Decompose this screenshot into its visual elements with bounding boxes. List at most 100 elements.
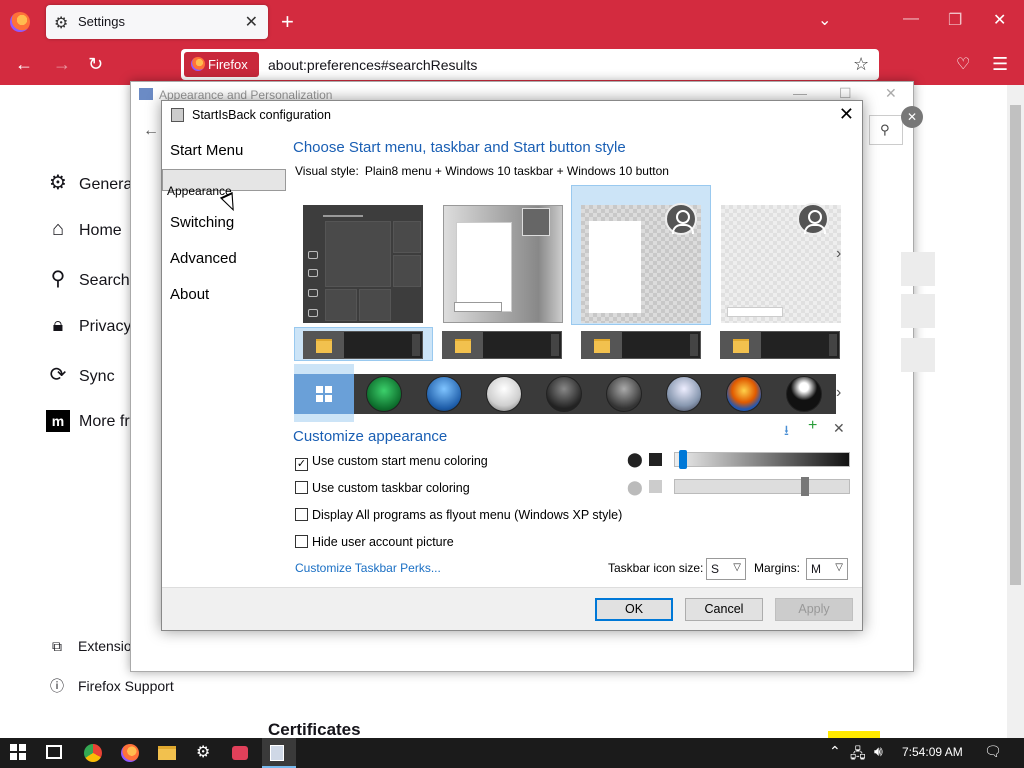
app-icon [171, 108, 184, 122]
start-button-icon[interactable] [10, 744, 26, 760]
next-menu-styles-icon[interactable]: › [836, 245, 841, 263]
menu-style-thumb-1[interactable] [303, 205, 423, 323]
back-icon[interactable]: ← [15, 54, 33, 75]
close-tab-icon[interactable]: ✕ [245, 12, 258, 32]
cancel-button[interactable]: Cancel [685, 598, 763, 621]
new-tab-button[interactable]: + [281, 9, 294, 35]
checkbox-checked[interactable]: ✓ [295, 458, 308, 471]
menu-style-thumb-2[interactable] [443, 205, 563, 323]
file-explorer-icon[interactable] [158, 746, 176, 760]
control-panel-icon [139, 88, 153, 100]
menu-icon[interactable]: ☰ [992, 54, 1008, 75]
start-menu-slider-thumb[interactable] [679, 450, 688, 469]
close-window-icon[interactable]: ✕ [993, 10, 1006, 30]
checkbox[interactable] [295, 481, 308, 494]
start-orb-glass-icon[interactable] [666, 376, 702, 412]
taskbar-opacity-slider[interactable] [674, 479, 850, 494]
task-view-icon[interactable] [46, 745, 62, 759]
sidebar-item-more[interactable]: m More fr [46, 410, 130, 432]
clear-search-icon[interactable]: ✕ [901, 106, 923, 128]
nav-switching[interactable]: Switching [162, 205, 286, 241]
back-icon[interactable]: ← [143, 122, 159, 140]
nav-appearance[interactable]: Appearance [162, 169, 286, 198]
nav-advanced[interactable]: Advanced [162, 241, 286, 277]
forward-icon[interactable]: → [53, 54, 71, 75]
taskbar-color-swatch[interactable] [649, 480, 662, 493]
support-link[interactable]: ⓘ Firefox Support [48, 676, 174, 696]
taskbar-style-2[interactable] [442, 331, 562, 359]
chevron-down-icon[interactable]: ⌄ [818, 10, 831, 30]
volume-icon[interactable]: 🔊︎ [874, 743, 883, 760]
thumb-tile [393, 221, 421, 253]
next-start-buttons-icon[interactable]: › [836, 384, 841, 402]
apply-button[interactable]: Apply [775, 598, 853, 621]
opacity-drop-icon: ⬤ [627, 451, 643, 467]
sidebar-item-privacy[interactable]: 🔒︎ Privacy [46, 314, 132, 337]
close-icon[interactable]: ✕ [839, 104, 854, 125]
page-scroll-thumb[interactable] [1010, 105, 1021, 585]
start-menu-color-swatch[interactable] [649, 453, 662, 466]
taskbar-style-3[interactable] [581, 331, 701, 359]
reload-icon[interactable]: ↻ [88, 54, 103, 75]
search-box[interactable]: ⚲ [869, 115, 903, 145]
sidebar-item-search[interactable]: ⚲ Search [46, 266, 130, 291]
checkbox[interactable] [295, 535, 308, 548]
option-flyout-all-programs[interactable]: Display All programs as flyout menu (Win… [295, 508, 622, 522]
nav-about[interactable]: About [162, 277, 286, 313]
chevron-up-icon[interactable]: ⌃ [829, 743, 841, 760]
start-orb-vista-icon[interactable] [426, 376, 462, 412]
download-icon[interactable]: ⭳ [784, 420, 789, 444]
taskbar-style-1[interactable] [303, 331, 423, 359]
menu-style-thumb-4[interactable] [721, 203, 841, 323]
customize-taskbar-perks-link[interactable]: Customize Taskbar Perks... [295, 561, 441, 575]
taskbar-icon-size-select[interactable]: S ▽ [706, 558, 746, 580]
side-panel-block [901, 338, 935, 372]
menu-style-thumb-3-selected[interactable] [581, 203, 701, 323]
nav-start-menu[interactable]: Start Menu [162, 133, 286, 169]
url-text[interactable]: about:preferences#searchResults [268, 57, 477, 73]
option-hide-user-picture[interactable]: Hide user account picture [295, 535, 454, 549]
windows-logo-icon [316, 386, 332, 402]
sidebar-item-general[interactable]: ⚙ General [46, 170, 136, 195]
app-icon[interactable] [232, 746, 248, 760]
startisback-taskbar-icon[interactable] [270, 745, 284, 761]
close-icon[interactable]: ✕ [885, 85, 897, 102]
restore-icon[interactable]: ❐ [948, 10, 962, 30]
taskbar-style-4[interactable] [720, 331, 840, 359]
taskbar-slider-thumb[interactable] [800, 477, 809, 496]
option-custom-start-menu-coloring[interactable]: ✓ Use custom start menu coloring [295, 454, 488, 471]
extensions-link[interactable]: ⧉ Extension [48, 638, 139, 655]
ok-button[interactable]: OK [595, 598, 673, 621]
start-orb-xp-icon[interactable] [726, 376, 762, 412]
start-orb-metal-icon[interactable] [606, 376, 642, 412]
bookmark-star-icon[interactable]: ☆ [853, 54, 869, 75]
notification-icon[interactable]: 🗨︎ [984, 743, 1002, 760]
start-orb-black-icon[interactable] [786, 376, 822, 412]
settings-gear-icon[interactable]: ⚙ [196, 742, 210, 762]
chrome-icon[interactable] [84, 744, 102, 762]
tab-settings[interactable]: ⚙ Settings ✕ [46, 5, 268, 39]
firefox-taskbar-icon[interactable] [121, 744, 139, 762]
identity-box[interactable]: Firefox [184, 52, 259, 77]
start-menu-opacity-slider[interactable] [674, 452, 850, 467]
option-custom-taskbar-coloring[interactable]: Use custom taskbar coloring [295, 481, 470, 495]
dialog-titlebar[interactable]: StartIsBack configuration ✕ [162, 101, 862, 130]
margins-select[interactable]: M ▽ [806, 558, 848, 580]
sidebar-item-sync[interactable]: ⟳ Sync [46, 362, 115, 387]
puzzle-icon: ⧉ [52, 638, 62, 654]
pocket-icon[interactable]: ♡ [956, 54, 970, 74]
sidebar-item-home[interactable]: ⌂ Home [46, 218, 122, 241]
start-orb-clover-icon[interactable] [366, 376, 402, 412]
taskbar-clock[interactable]: 7:54:09 AM [902, 745, 963, 759]
network-icon[interactable]: 🖧︎ [850, 743, 866, 767]
thumb-tile [325, 289, 357, 321]
checkbox[interactable] [295, 508, 308, 521]
remove-icon[interactable]: ✕ [833, 420, 845, 437]
side-panel-block [901, 252, 935, 286]
minimize-icon[interactable]: — [793, 85, 807, 101]
minimize-icon[interactable]: — [903, 10, 919, 28]
firefox-logo-icon[interactable] [10, 12, 30, 32]
start-orb-dark-icon[interactable] [546, 376, 582, 412]
add-icon[interactable]: + [808, 417, 817, 435]
start-orb-white-icon[interactable] [486, 376, 522, 412]
